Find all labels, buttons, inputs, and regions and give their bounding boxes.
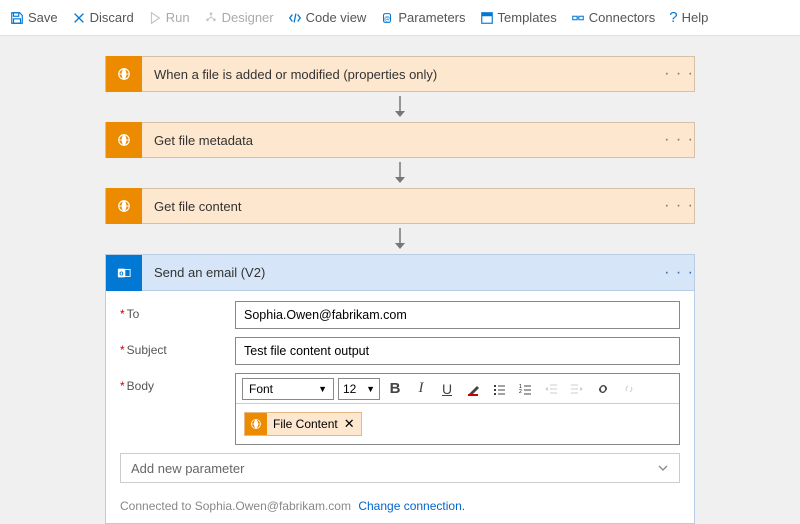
underline-button[interactable]: U [436,378,458,400]
bullet-list-button[interactable] [488,378,510,400]
content-step[interactable]: Get file content · · · [105,188,695,224]
italic-button[interactable]: I [410,378,432,400]
designer-canvas: When a file is added or modified (proper… [0,36,800,524]
designer-button[interactable]: Designer [204,10,274,25]
trigger-more[interactable]: · · · [664,65,694,83]
email-more[interactable]: · · · [664,264,694,282]
connectors-button[interactable]: Connectors [571,10,655,25]
designer-icon [204,11,218,25]
templates-button[interactable]: Templates [480,10,557,25]
email-header[interactable]: o Send an email (V2) · · · [106,255,694,291]
to-field: *To [120,301,680,329]
templates-label: Templates [498,10,557,25]
templates-icon [480,11,494,25]
fontsize-select[interactable]: 12▼ [338,378,380,400]
arrow-connector [392,228,408,250]
outdent-button[interactable] [540,378,562,400]
sharepoint-icon [106,56,142,92]
chevron-down-icon: ▼ [318,384,327,394]
help-icon: ? [669,9,677,26]
command-bar: Save Discard Run Designer Code view @ Pa… [0,0,800,36]
metadata-step[interactable]: Get file metadata · · · [105,122,695,158]
discard-button[interactable]: Discard [72,10,134,25]
unlink-button[interactable] [618,378,640,400]
indent-button[interactable] [566,378,588,400]
token-label: File Content [273,417,338,431]
token-remove[interactable]: ✕ [344,416,355,432]
connection-account: Sophia.Owen@fabrikam.com [195,499,351,513]
save-label: Save [28,10,58,25]
connectors-icon [571,11,585,25]
svg-text:2: 2 [519,389,522,395]
add-parameter-label: Add new parameter [131,461,244,476]
run-label: Run [166,10,190,25]
discard-label: Discard [90,10,134,25]
codeview-button[interactable]: Code view [288,10,367,25]
discard-icon [72,11,86,25]
subject-label: *Subject [120,337,235,357]
connectors-label: Connectors [589,10,655,25]
connection-info: Connected to Sophia.Owen@fabrikam.com Ch… [106,491,694,523]
email-step: o Send an email (V2) · · · *To *Subject … [105,254,695,524]
svg-text:@: @ [384,15,390,22]
dynamic-content-token[interactable]: File Content ✕ [244,412,362,436]
content-title: Get file content [142,199,664,214]
outlook-icon: o [106,255,142,291]
run-icon [148,11,162,25]
rte-toolbar: Font▼ 12▼ B I U 12 [236,374,679,404]
parameters-icon: @ [380,11,394,25]
font-select[interactable]: Font▼ [242,378,334,400]
to-label: *To [120,301,235,321]
body-label: *Body [120,373,235,393]
parameters-button[interactable]: @ Parameters [380,10,465,25]
number-list-button[interactable]: 12 [514,378,536,400]
add-parameter-dropdown[interactable]: Add new parameter [120,453,680,483]
sharepoint-icon [106,188,142,224]
metadata-title: Get file metadata [142,133,664,148]
run-button[interactable]: Run [148,10,190,25]
color-button[interactable] [462,378,484,400]
parameters-label: Parameters [398,10,465,25]
metadata-more[interactable]: · · · [664,131,694,149]
change-connection-link[interactable]: Change connection. [358,499,465,513]
help-button[interactable]: ? Help [669,9,708,26]
codeview-label: Code view [306,10,367,25]
save-icon [10,11,24,25]
rich-text-editor: Font▼ 12▼ B I U 12 [235,373,680,445]
to-input[interactable] [235,301,680,329]
chevron-down-icon: ▼ [366,384,375,394]
sharepoint-icon [245,413,267,435]
content-more[interactable]: · · · [664,197,694,215]
subject-field: *Subject [120,337,680,365]
help-label: Help [682,10,709,25]
link-button[interactable] [592,378,614,400]
subject-input[interactable] [235,337,680,365]
arrow-connector [392,96,408,118]
arrow-connector [392,162,408,184]
codeview-icon [288,11,302,25]
email-body-panel: *To *Subject *Body Font▼ 12▼ B I [106,291,694,491]
rte-content[interactable]: File Content ✕ [236,404,679,444]
body-field: *Body Font▼ 12▼ B I U 12 [120,373,680,445]
email-title: Send an email (V2) [142,265,664,280]
svg-text:o: o [119,270,123,277]
trigger-step[interactable]: When a file is added or modified (proper… [105,56,695,92]
trigger-title: When a file is added or modified (proper… [142,67,664,82]
sharepoint-icon [106,122,142,158]
chevron-down-icon [657,462,669,474]
save-button[interactable]: Save [10,10,58,25]
bold-button[interactable]: B [384,378,406,400]
designer-label: Designer [222,10,274,25]
